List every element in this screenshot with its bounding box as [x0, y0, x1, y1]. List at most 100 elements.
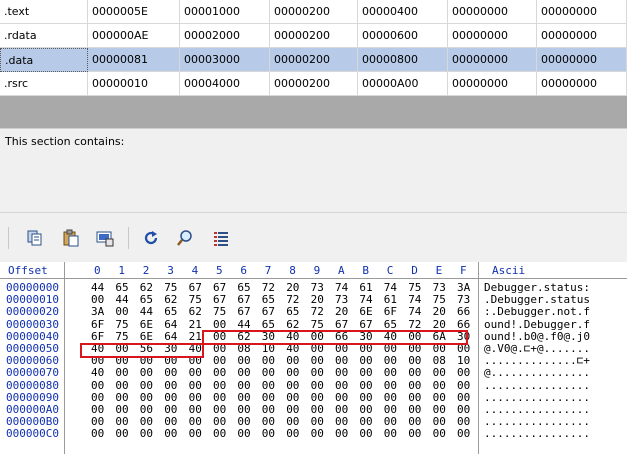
hex-byte[interactable]: 00 — [115, 403, 128, 416]
hex-byte[interactable]: 00 — [286, 403, 299, 416]
hex-byte[interactable]: 00 — [311, 415, 324, 428]
hex-byte[interactable]: 00 — [408, 415, 421, 428]
hex-byte[interactable]: 00 — [433, 391, 446, 404]
hex-byte[interactable]: 66 — [457, 305, 470, 318]
hex-byte[interactable]: 65 — [237, 281, 250, 294]
hex-byte[interactable]: 00 — [237, 403, 250, 416]
hex-byte[interactable]: 65 — [384, 318, 397, 331]
hex-byte[interactable]: 00 — [262, 403, 275, 416]
hex-byte[interactable]: 00 — [384, 427, 397, 440]
hex-byte[interactable]: 75 — [408, 281, 421, 294]
hex-byte[interactable]: 00 — [213, 391, 226, 404]
hex-byte[interactable]: 00 — [286, 366, 299, 379]
hex-byte[interactable]: 00 — [359, 403, 372, 416]
copy-icon[interactable] — [26, 229, 44, 247]
hex-byte[interactable]: 67 — [359, 318, 372, 331]
hex-byte[interactable]: 00 — [91, 427, 104, 440]
section-row[interactable]: .rdata 000000AE 00002000 00000200 00000600 00… — [0, 24, 627, 48]
hex-view[interactable]: Offset Ascii 0 1 2 3 4 5 6 7 8 9 A B C D E F 00000000 44 6… — [0, 262, 627, 454]
hex-byte[interactable]: 67 — [237, 305, 250, 318]
hex-byte[interactable]: 00 — [335, 391, 348, 404]
hex-byte[interactable]: 00 — [433, 415, 446, 428]
section-row[interactable]: .data 00000081 00003000 00000200 00000800 000… — [0, 48, 627, 72]
hex-byte[interactable]: 73 — [311, 281, 324, 294]
hex-byte[interactable]: 67 — [335, 318, 348, 331]
hex-byte[interactable]: 20 — [433, 305, 446, 318]
hex-byte[interactable]: 6F — [91, 318, 104, 331]
hex-byte[interactable]: 00 — [213, 427, 226, 440]
hex-byte[interactable]: 00 — [91, 293, 104, 306]
hex-byte[interactable]: 00 — [311, 379, 324, 392]
hex-byte[interactable]: 67 — [237, 293, 250, 306]
hex-byte[interactable]: 00 — [408, 391, 421, 404]
hex-byte[interactable]: 00 — [213, 403, 226, 416]
hex-byte[interactable]: 00 — [213, 318, 226, 331]
hex-byte[interactable]: 00 — [140, 415, 153, 428]
hex-byte[interactable]: 00 — [213, 354, 226, 367]
hex-byte[interactable]: 00 — [286, 415, 299, 428]
dump-icon[interactable] — [96, 229, 114, 247]
hex-byte[interactable]: 00 — [237, 427, 250, 440]
hex-byte[interactable]: 00 — [286, 354, 299, 367]
hex-byte[interactable]: 44 — [237, 318, 250, 331]
hex-byte[interactable]: 00 — [286, 391, 299, 404]
hex-byte[interactable]: 00 — [311, 427, 324, 440]
hex-byte[interactable]: 67 — [213, 293, 226, 306]
hex-byte[interactable]: 00 — [433, 403, 446, 416]
hex-byte[interactable]: 73 — [457, 293, 470, 306]
hex-byte[interactable]: 00 — [262, 415, 275, 428]
hex-byte[interactable]: 00 — [359, 427, 372, 440]
hex-byte[interactable]: 00 — [335, 427, 348, 440]
hex-byte[interactable]: 00 — [433, 427, 446, 440]
hex-byte[interactable]: 00 — [359, 391, 372, 404]
hex-byte[interactable]: 20 — [286, 281, 299, 294]
hex-byte[interactable]: 73 — [433, 281, 446, 294]
hex-byte[interactable]: 00 — [359, 354, 372, 367]
hex-byte[interactable]: 62 — [189, 305, 202, 318]
hex-byte[interactable]: 65 — [164, 305, 177, 318]
hex-byte[interactable]: 00 — [408, 379, 421, 392]
hex-byte[interactable]: 00 — [457, 415, 470, 428]
hex-byte[interactable]: 00 — [311, 403, 324, 416]
hex-byte[interactable]: 00 — [115, 427, 128, 440]
hex-byte[interactable]: 00 — [384, 415, 397, 428]
hex-byte[interactable]: 73 — [335, 293, 348, 306]
hex-byte[interactable]: 00 — [115, 305, 128, 318]
hex-byte[interactable]: 65 — [262, 318, 275, 331]
hex-byte[interactable]: 3A — [91, 305, 104, 318]
hex-byte[interactable]: 00 — [237, 379, 250, 392]
refresh-icon[interactable] — [142, 229, 160, 247]
hex-byte[interactable]: 00 — [115, 379, 128, 392]
section-row[interactable]: .rsrc 00000010 00004000 00000200 00000A00 000… — [0, 72, 627, 96]
hex-byte[interactable]: 00 — [189, 366, 202, 379]
hex-byte[interactable]: 74 — [335, 281, 348, 294]
hex-byte[interactable]: 00 — [262, 427, 275, 440]
hex-byte[interactable]: 10 — [457, 354, 470, 367]
hex-byte[interactable]: 00 — [408, 403, 421, 416]
hex-byte[interactable]: 6E — [359, 305, 372, 318]
hex-byte[interactable]: 74 — [408, 305, 421, 318]
hex-byte[interactable]: 00 — [408, 366, 421, 379]
hex-byte[interactable]: 75 — [311, 318, 324, 331]
hex-byte[interactable]: 00 — [286, 427, 299, 440]
hex-byte[interactable]: 00 — [433, 366, 446, 379]
hex-byte[interactable]: 21 — [189, 330, 202, 343]
hex-byte[interactable]: 00 — [359, 415, 372, 428]
hex-byte[interactable]: 00 — [457, 403, 470, 416]
hex-byte[interactable]: 67 — [262, 305, 275, 318]
hex-byte[interactable]: 00 — [140, 427, 153, 440]
hex-byte[interactable]: 00 — [262, 366, 275, 379]
hex-byte[interactable]: 00 — [91, 415, 104, 428]
hex-byte[interactable]: 00 — [457, 379, 470, 392]
hex-byte[interactable]: 00 — [384, 366, 397, 379]
section-row[interactable]: .text 0000005E 00001000 00000200 00000400 000… — [0, 0, 627, 24]
hex-byte[interactable]: 72 — [262, 281, 275, 294]
hex-byte[interactable]: 74 — [384, 281, 397, 294]
hex-byte[interactable]: 21 — [189, 318, 202, 331]
hex-byte[interactable]: 00 — [164, 427, 177, 440]
hex-byte[interactable]: 64 — [164, 330, 177, 343]
hex-byte[interactable]: 75 — [115, 330, 128, 343]
hex-byte[interactable]: 00 — [384, 403, 397, 416]
hex-byte[interactable]: 00 — [164, 403, 177, 416]
hex-byte[interactable]: 00 — [115, 415, 128, 428]
